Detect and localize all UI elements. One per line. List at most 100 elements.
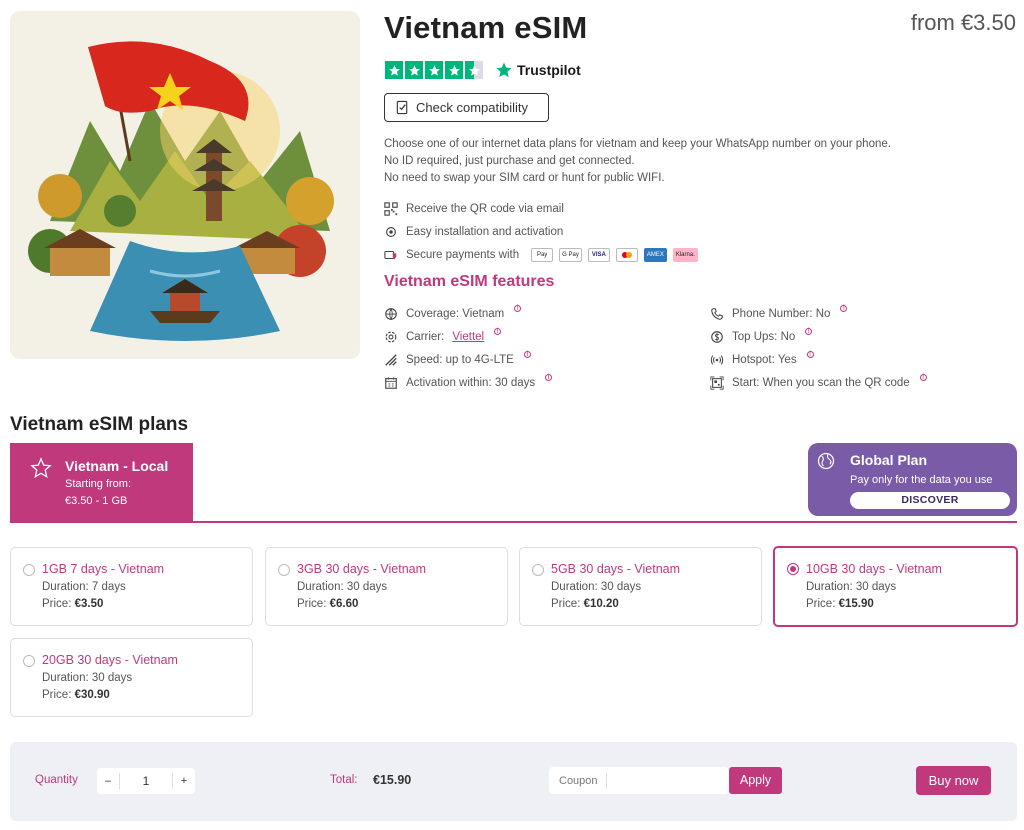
price-from: from €3.50 bbox=[910, 10, 1016, 35]
feature-coverage: Coverage: Vietnam i bbox=[384, 302, 710, 325]
plan-price-label: Price: bbox=[806, 598, 836, 610]
plan-option[interactable]: 3GB 30 days - Vietnam Duration: 30 days … bbox=[265, 547, 508, 626]
plan-radio[interactable] bbox=[532, 564, 544, 576]
plans-title: Vietnam eSIM plans bbox=[10, 414, 189, 435]
half-star-icon bbox=[465, 61, 483, 79]
star-outline-icon bbox=[30, 457, 52, 479]
benefit-secure: Secure payments with Pay G Pay VISA AMEX… bbox=[384, 243, 698, 266]
plan-name: 5GB 30 days - Vietnam bbox=[551, 562, 681, 576]
info-icon[interactable]: i bbox=[840, 305, 848, 312]
check-compatibility-label: Check compatibility bbox=[416, 100, 528, 115]
feature-hotspot-label: Hotspot: Yes bbox=[732, 353, 797, 366]
info-icon[interactable]: i bbox=[806, 351, 814, 358]
plan-radio[interactable] bbox=[23, 655, 35, 667]
feature-carrier: Carrier: Viettel i bbox=[384, 325, 710, 348]
info-icon[interactable]: i bbox=[545, 374, 553, 381]
phone-icon bbox=[711, 307, 723, 320]
discover-button[interactable]: DISCOVER bbox=[850, 492, 1010, 509]
feature-topups-label: Top Ups: No bbox=[732, 330, 796, 343]
plan-option-selected[interactable]: 10GB 30 days - Vietnam Duration: 30 days… bbox=[773, 546, 1018, 627]
gear-icon bbox=[386, 226, 396, 237]
plan-price: Price: €3.50 bbox=[42, 598, 103, 610]
buy-now-button[interactable]: Buy now bbox=[916, 766, 991, 795]
info-icon[interactable]: i bbox=[919, 374, 927, 381]
hotspot-icon bbox=[710, 354, 724, 365]
signal-icon bbox=[385, 353, 397, 366]
plan-price: Price: €15.90 bbox=[806, 598, 874, 610]
benefit-qr: Receive the QR code via email bbox=[384, 197, 698, 220]
benefit-secure-label: Secure payments with bbox=[406, 248, 520, 261]
tab-local[interactable]: Vietnam - Local Starting from: €3.50 - 1… bbox=[10, 443, 193, 523]
feature-phone: Phone Number: No i bbox=[710, 302, 984, 325]
payment-methods: Pay G Pay VISA AMEX Klarna. bbox=[531, 247, 698, 262]
globe-icon bbox=[817, 452, 835, 470]
feature-coverage-label: Coverage: Vietnam bbox=[406, 307, 505, 320]
plan-duration: Duration: 30 days bbox=[297, 581, 388, 593]
carrier-link[interactable]: Viettel bbox=[452, 331, 484, 343]
checkout-bar: Quantity – 1 + Total: €15.90 Coupon Appl… bbox=[10, 742, 1017, 821]
dollar-refresh-icon bbox=[711, 330, 723, 343]
benefit-install-label: Easy installation and activation bbox=[406, 225, 564, 238]
total-label: Total: bbox=[330, 774, 358, 786]
plan-price-label: Price: bbox=[551, 598, 581, 610]
plan-name: 20GB 30 days - Vietnam bbox=[42, 653, 178, 667]
info-icon[interactable]: i bbox=[514, 305, 522, 312]
star-icon bbox=[405, 61, 423, 79]
info-icon[interactable]: i bbox=[805, 328, 813, 335]
features-title: Vietnam eSIM features bbox=[384, 273, 555, 290]
quantity-increment-button[interactable]: + bbox=[173, 775, 195, 787]
feature-speed: Speed: up to 4G-LTE i bbox=[384, 348, 710, 371]
feature-activation-label: Activation within: 30 days bbox=[406, 376, 536, 389]
check-compatibility-button[interactable]: Check compatibility bbox=[384, 93, 549, 122]
plan-option[interactable]: 20GB 30 days - Vietnam Duration: 30 days… bbox=[10, 638, 253, 717]
coupon-field[interactable]: Coupon bbox=[549, 767, 729, 794]
description-line: Choose one of our internet data plans fo… bbox=[384, 138, 891, 150]
quantity-label: Quantity bbox=[35, 774, 78, 786]
global-plan-card[interactable]: Global Plan Pay only for the data you us… bbox=[808, 443, 1017, 516]
plan-price: Price: €6.60 bbox=[297, 598, 358, 610]
plan-price-value: €10.20 bbox=[583, 598, 619, 610]
plan-price-label: Price: bbox=[297, 598, 327, 610]
global-plan-title: Global Plan bbox=[850, 452, 928, 468]
product-hero-image bbox=[10, 11, 360, 359]
plan-radio[interactable] bbox=[278, 564, 290, 576]
feature-phone-label: Phone Number: No bbox=[732, 307, 831, 320]
info-icon[interactable]: i bbox=[494, 328, 502, 335]
plan-name: 1GB 7 days - Vietnam bbox=[42, 562, 165, 576]
plan-price: Price: €30.90 bbox=[42, 689, 110, 701]
plan-price-label: Price: bbox=[42, 689, 72, 701]
product-title: Vietnam eSIM bbox=[384, 10, 588, 45]
plan-duration: Duration: 30 days bbox=[42, 672, 133, 684]
plan-radio[interactable] bbox=[23, 564, 35, 576]
calendar-icon bbox=[385, 376, 397, 389]
trustpilot-label: Trustpilot bbox=[517, 62, 581, 78]
apply-coupon-button[interactable]: Apply bbox=[729, 767, 782, 794]
trustpilot-rating[interactable]: Trustpilot bbox=[385, 61, 581, 79]
quantity-input[interactable]: 1 bbox=[119, 773, 173, 789]
checklist-icon bbox=[396, 100, 408, 115]
plan-duration: Duration: 30 days bbox=[551, 581, 642, 593]
quantity-decrement-button[interactable]: – bbox=[97, 775, 119, 787]
product-description: Choose one of our internet data plans fo… bbox=[384, 136, 984, 187]
qr-code-icon bbox=[384, 201, 398, 216]
google-pay-icon: G Pay bbox=[559, 247, 582, 262]
description-line: No ID required, just purchase and get co… bbox=[384, 155, 635, 167]
info-icon[interactable]: i bbox=[523, 351, 531, 358]
plan-duration: Duration: 7 days bbox=[42, 581, 126, 593]
plan-price-label: Price: bbox=[42, 598, 72, 610]
trustpilot-logo: Trustpilot bbox=[495, 61, 581, 79]
tab-local-subtitle: Starting from: bbox=[65, 478, 132, 490]
secure-card-icon bbox=[384, 250, 397, 259]
plan-price-value: €15.90 bbox=[838, 598, 874, 610]
plan-price-value: €3.50 bbox=[74, 598, 104, 610]
plan-radio-selected[interactable] bbox=[787, 563, 799, 575]
feature-start-label: Start: When you scan the QR code bbox=[732, 376, 910, 389]
plan-option[interactable]: 5GB 30 days - Vietnam Duration: 30 days … bbox=[519, 547, 762, 626]
plan-option[interactable]: 1GB 7 days - Vietnam Duration: 7 days Pr… bbox=[10, 547, 253, 626]
settings-icon bbox=[385, 331, 397, 342]
star-icon bbox=[425, 61, 443, 79]
scan-qr-icon bbox=[710, 375, 724, 390]
global-plan-subtitle: Pay only for the data you use bbox=[850, 474, 993, 486]
trustpilot-star-icon bbox=[496, 62, 512, 78]
tab-local-title: Vietnam - Local bbox=[65, 458, 169, 474]
